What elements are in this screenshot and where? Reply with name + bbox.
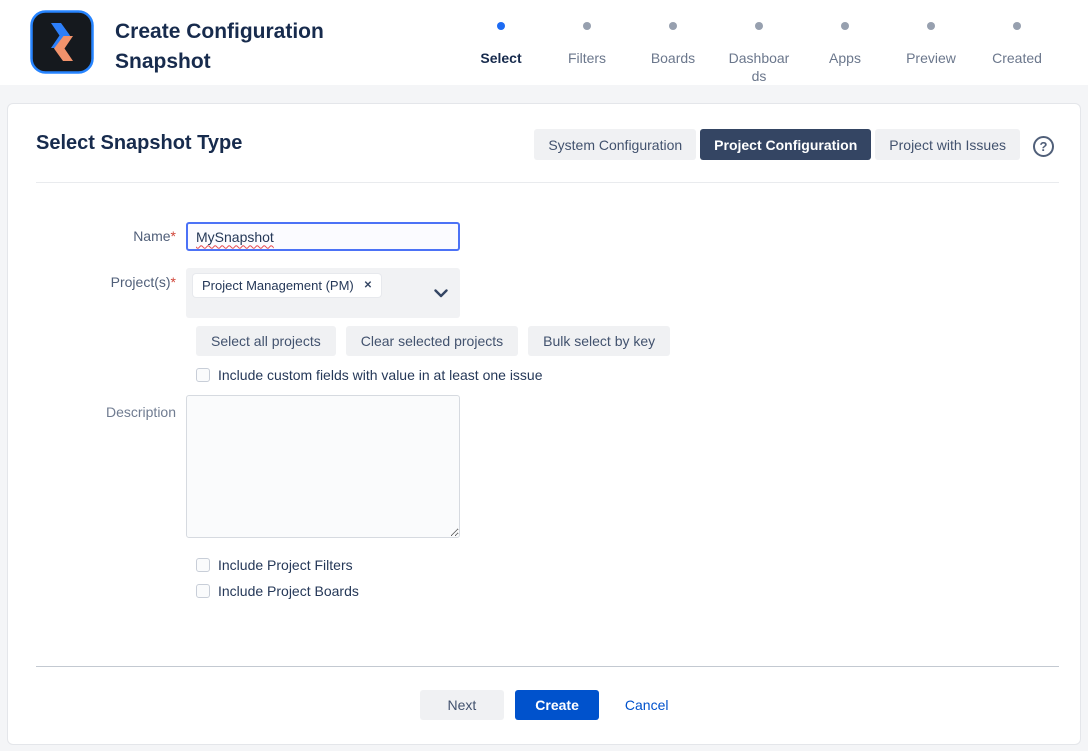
panel-heading: Select Snapshot Type [36, 129, 242, 155]
projects-row: Project(s)* Project Management (PM) ✕ [36, 251, 1080, 318]
step-label: Created [983, 49, 1051, 67]
include-project-filters-checkbox[interactable]: Include Project Filters [196, 557, 1080, 573]
include-project-boards-label: Include Project Boards [218, 583, 359, 599]
snapshot-form: Name* MySnapshot Project(s)* Project Man… [8, 183, 1080, 666]
step-select[interactable]: Select [458, 22, 544, 85]
snapshot-type-tabs: System Configuration Project Configurati… [530, 129, 1054, 160]
step-created[interactable]: Created [974, 22, 1060, 85]
step-dot-icon [927, 22, 935, 30]
step-dot-icon [841, 22, 849, 30]
name-input[interactable]: MySnapshot [186, 222, 460, 251]
description-row: Description [36, 395, 1080, 538]
projects-label-text: Project(s) [111, 274, 171, 290]
include-project-filters-label: Include Project Filters [218, 557, 353, 573]
configuration-manager-logo-icon [30, 10, 94, 74]
tab-project-configuration[interactable]: Project Configuration [700, 129, 871, 160]
description-textarea[interactable] [186, 395, 460, 538]
step-dot-icon [669, 22, 677, 30]
cancel-link[interactable]: Cancel [625, 697, 669, 713]
step-label: Apps [811, 49, 879, 67]
snapshot-panel: Select Snapshot Type System Configuratio… [7, 103, 1081, 745]
page-title: Create Configuration Snapshot [115, 17, 370, 78]
footer-actions: Next Create Cancel [8, 667, 1080, 744]
step-label: Filters [553, 49, 621, 67]
required-asterisk: * [171, 274, 176, 290]
step-label: Dashboards [725, 49, 793, 85]
step-dot-icon [755, 22, 763, 30]
tab-project-with-issues[interactable]: Project with Issues [875, 129, 1020, 160]
step-label: Boards [639, 49, 707, 67]
step-boards[interactable]: Boards [630, 22, 716, 85]
chevron-down-icon [434, 289, 448, 298]
step-dot-icon [583, 22, 591, 30]
app-header: Create Configuration Snapshot Select Fil… [0, 0, 1088, 85]
step-label: Select [467, 49, 535, 67]
include-custom-fields-checkbox[interactable]: Include custom fields with value in at l… [196, 367, 1080, 383]
clear-selected-projects-button[interactable]: Clear selected projects [346, 326, 518, 356]
checkbox-icon [196, 368, 210, 382]
project-tag: Project Management (PM) ✕ [193, 274, 381, 297]
step-label: Preview [897, 49, 965, 67]
step-preview[interactable]: Preview [888, 22, 974, 85]
name-label-text: Name [133, 228, 170, 244]
step-dashboards[interactable]: Dashboards [716, 22, 802, 85]
project-tag-text: Project Management (PM) [202, 278, 354, 293]
step-dot-icon [1013, 22, 1021, 30]
checkbox-icon [196, 558, 210, 572]
projects-label: Project(s)* [36, 251, 186, 318]
name-label: Name* [36, 222, 186, 251]
description-label: Description [36, 395, 186, 538]
next-button[interactable]: Next [420, 690, 505, 720]
step-apps[interactable]: Apps [802, 22, 888, 85]
checkbox-icon [196, 584, 210, 598]
step-filters[interactable]: Filters [544, 22, 630, 85]
projects-multiselect[interactable]: Project Management (PM) ✕ [186, 268, 460, 318]
name-row: Name* MySnapshot [36, 222, 1080, 251]
step-dot-icon [497, 22, 505, 30]
include-custom-fields-label: Include custom fields with value in at l… [218, 367, 543, 383]
bulk-select-by-key-button[interactable]: Bulk select by key [528, 326, 670, 356]
project-actions: Select all projects Clear selected proje… [196, 326, 1080, 356]
close-icon[interactable]: ✕ [364, 280, 372, 291]
select-all-projects-button[interactable]: Select all projects [196, 326, 336, 356]
include-project-boards-checkbox[interactable]: Include Project Boards [196, 583, 1080, 599]
create-button[interactable]: Create [515, 690, 599, 720]
name-input-value: MySnapshot [196, 229, 274, 245]
wizard-stepper: Select Filters Boards Dashboards Apps Pr… [458, 10, 1060, 85]
help-icon[interactable]: ? [1033, 136, 1054, 157]
required-asterisk: * [171, 228, 176, 244]
tab-system-configuration[interactable]: System Configuration [534, 129, 696, 160]
